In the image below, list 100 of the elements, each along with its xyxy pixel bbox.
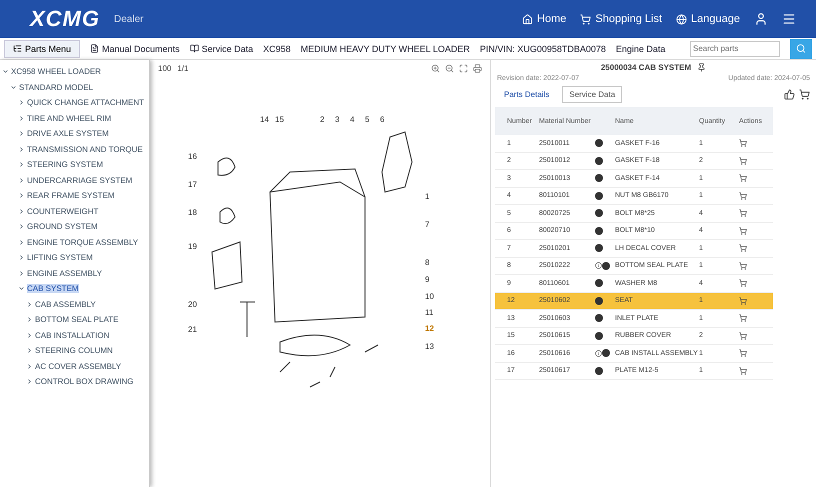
cart-icon[interactable] <box>739 262 747 270</box>
chevron-down-icon[interactable] <box>10 84 17 91</box>
callout-number[interactable]: 17 <box>188 180 197 189</box>
pin-icon[interactable] <box>697 63 706 72</box>
menu-icon[interactable] <box>782 12 796 26</box>
panel-tab[interactable]: Service Data <box>562 86 622 103</box>
cart-icon[interactable] <box>739 209 747 218</box>
part-icon[interactable] <box>595 366 603 375</box>
cart-icon[interactable] <box>739 349 747 358</box>
chevron-right-icon[interactable] <box>18 208 25 215</box>
tree-item[interactable]: STEERING COLUMN <box>35 346 113 356</box>
cart-icon[interactable] <box>739 226 747 235</box>
chevron-right-icon[interactable] <box>18 270 25 277</box>
chevron-right-icon[interactable] <box>18 192 25 200</box>
chevron-right-icon[interactable] <box>18 176 25 184</box>
tree-item[interactable]: ENGINE ASSEMBLY <box>27 268 102 278</box>
chevron-right-icon[interactable] <box>26 332 33 339</box>
part-icon[interactable] <box>595 314 603 322</box>
callout-number[interactable]: 16 <box>188 152 197 161</box>
callout-number[interactable]: 6 <box>380 115 384 124</box>
info-icon[interactable] <box>595 262 602 270</box>
part-icon[interactable] <box>602 349 610 358</box>
callout-number[interactable]: 13 <box>425 342 434 351</box>
zoom-in-icon[interactable] <box>431 64 440 73</box>
tree-item[interactable]: CAB SYSTEM <box>27 284 79 294</box>
tree-item[interactable]: XC958 WHEEL LOADER <box>11 67 101 76</box>
chevron-right-icon[interactable] <box>18 161 25 168</box>
thumbs-up-icon[interactable] <box>784 89 795 100</box>
tree-item[interactable]: QUICK CHANGE ATTACHMENT <box>27 98 144 108</box>
search-button[interactable] <box>790 38 812 58</box>
callout-number[interactable]: 18 <box>188 208 197 217</box>
tree-item[interactable]: CAB ASSEMBLY <box>35 300 96 309</box>
tree-item[interactable]: STEERING SYSTEM <box>27 160 104 170</box>
nav-link[interactable]: Shopping List <box>580 13 662 25</box>
engine-data-link[interactable]: Engine Data <box>616 44 666 54</box>
tree-item[interactable]: CONTROL BOX DRAWING <box>35 377 134 386</box>
callout-number[interactable]: 14 <box>260 115 269 124</box>
nav-link[interactable]: Home <box>522 13 566 25</box>
tree-item[interactable]: STANDARD MODEL <box>19 82 94 92</box>
cart-icon[interactable] <box>739 174 747 182</box>
tree-item[interactable]: AC COVER ASSEMBLY <box>35 362 122 371</box>
callout-number[interactable]: 21 <box>188 325 197 334</box>
part-icon[interactable] <box>595 244 603 252</box>
chevron-down-icon[interactable] <box>2 68 9 76</box>
tree-item[interactable]: GROUND SYSTEM <box>27 222 98 232</box>
toolbar-link[interactable]: Service Data <box>190 44 254 54</box>
part-icon[interactable] <box>595 209 603 218</box>
fullscreen-icon[interactable] <box>459 64 468 73</box>
tree-item[interactable]: COUNTERWEIGHT <box>27 206 98 216</box>
parts-menu-button[interactable]: Parts Menu <box>4 40 80 58</box>
callout-number[interactable]: 3 <box>335 115 340 124</box>
chevron-right-icon[interactable] <box>26 300 33 308</box>
tree-item[interactable]: DRIVE AXLE SYSTEM <box>27 129 109 138</box>
nav-link[interactable]: Language <box>676 13 740 25</box>
part-icon[interactable] <box>595 174 603 182</box>
tree-item[interactable]: REAR FRAME SYSTEM <box>27 191 115 200</box>
chevron-right-icon[interactable] <box>18 223 25 230</box>
tree-item[interactable]: ENGINE TORQUE ASSEMBLY <box>27 238 138 247</box>
callout-number[interactable]: 20 <box>188 300 197 309</box>
callout-number[interactable]: 19 <box>188 242 197 251</box>
tree-item[interactable]: LIFTING SYSTEM <box>27 253 93 262</box>
cart-icon[interactable] <box>799 89 810 100</box>
part-icon[interactable] <box>595 279 603 288</box>
chevron-right-icon[interactable] <box>26 362 33 370</box>
callout-number[interactable]: 5 <box>365 115 370 124</box>
part-icon[interactable] <box>602 262 610 270</box>
part-icon[interactable] <box>595 296 603 305</box>
callout-number[interactable]: 10 <box>425 292 434 301</box>
callout-number[interactable]: 2 <box>320 115 324 124</box>
tree-item[interactable]: BOTTOM SEAL PLATE <box>35 315 118 324</box>
cart-icon[interactable] <box>739 366 747 375</box>
chevron-right-icon[interactable] <box>18 238 25 246</box>
print-icon[interactable] <box>473 64 482 73</box>
part-icon[interactable] <box>595 332 603 340</box>
cart-icon[interactable] <box>739 296 747 305</box>
tree-item[interactable]: CAB INSTALLATION <box>35 330 110 340</box>
user-icon[interactable] <box>754 12 768 26</box>
callout-number[interactable]: 1 <box>425 192 430 201</box>
cart-icon[interactable] <box>739 314 747 322</box>
chevron-right-icon[interactable] <box>18 114 25 122</box>
part-icon[interactable] <box>595 139 603 148</box>
part-icon[interactable] <box>595 192 603 200</box>
callout-number[interactable]: 12 <box>425 324 434 333</box>
callout-number[interactable]: 11 <box>425 308 434 317</box>
chevron-right-icon[interactable] <box>18 130 25 138</box>
cart-icon[interactable] <box>739 244 747 252</box>
tree-item[interactable]: TRANSMISSION AND TORQUE <box>27 144 143 154</box>
row-marker[interactable] <box>495 292 507 310</box>
callout-number[interactable]: 7 <box>425 220 430 229</box>
cart-icon[interactable] <box>739 139 747 148</box>
chevron-right-icon[interactable] <box>18 254 25 262</box>
brand-logo[interactable]: XCMG <box>30 6 100 32</box>
part-icon[interactable] <box>595 156 603 165</box>
callout-number[interactable]: 9 <box>425 275 430 284</box>
cart-icon[interactable] <box>739 332 747 340</box>
chevron-right-icon[interactable] <box>26 378 33 386</box>
info-icon[interactable] <box>595 350 602 357</box>
cart-icon[interactable] <box>739 279 747 288</box>
part-icon[interactable] <box>595 226 603 235</box>
tree-item[interactable]: TIRE AND WHEEL RIM <box>27 114 112 123</box>
